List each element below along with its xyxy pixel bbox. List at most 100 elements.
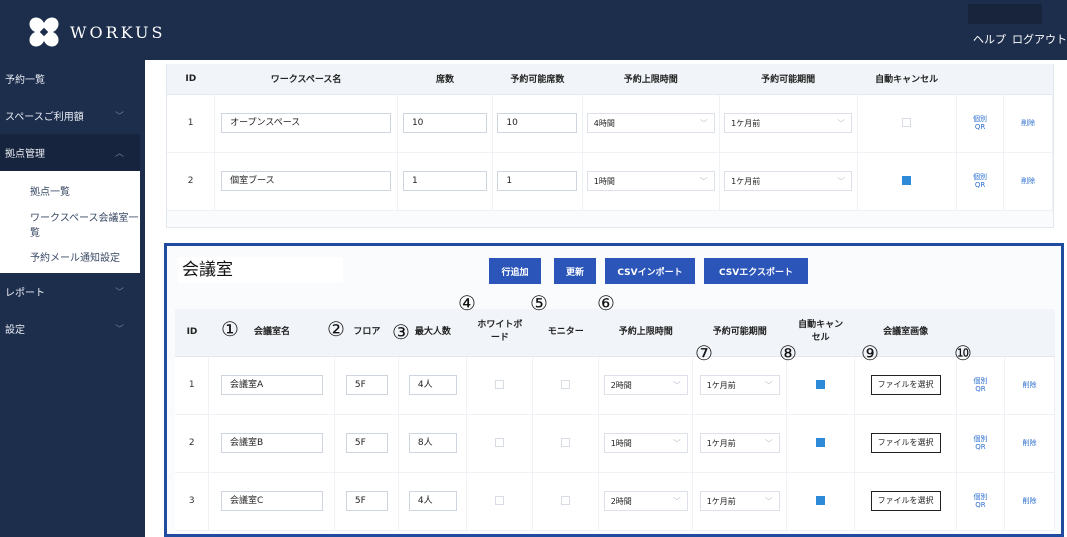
chevron-down-icon: ﹀ (114, 288, 124, 298)
row-id: 1 (175, 356, 210, 415)
sidebar-item-space-usage[interactable]: スペースご利用額 ﹀ (0, 97, 140, 134)
row-id: 1 (167, 94, 216, 153)
max-time-select[interactable]: 2時間 ﹀ (603, 375, 688, 395)
chevron-down-icon: ﹀ (114, 112, 124, 122)
chevron-down-icon: ﹀ (699, 118, 708, 128)
column-header: 自動キャンセル (857, 64, 957, 95)
auto-cancel-checkbox[interactable] (816, 496, 826, 505)
sidebar-item-report[interactable]: レポート ﹀ (0, 273, 140, 310)
chevron-down-icon: ﹀ (764, 380, 773, 390)
whiteboard-checkbox[interactable] (495, 496, 505, 505)
period-select[interactable]: 1ケ月前 ﹀ (724, 113, 853, 133)
column-header: ID (175, 309, 209, 357)
workspace-name-input[interactable]: 個室ブース (221, 171, 392, 191)
update-button[interactable]: 更新 (554, 258, 596, 284)
max-time-select[interactable]: 2時間 ﹀ (603, 491, 688, 511)
sidebar-subitem-workspace-rooms[interactable]: ワークスペース会議室一覧 (0, 209, 140, 239)
sidebar-item-settings[interactable]: 設定 ﹀ (0, 310, 140, 347)
sidebar-subitem-site-list[interactable]: 拠点一覧 (0, 171, 140, 209)
logo-text: WORKUS (70, 22, 166, 42)
delete-link[interactable]: 削除 (1022, 381, 1036, 389)
period-select[interactable]: 1ケ月前 ﹀ (699, 433, 780, 453)
monitor-checkbox[interactable] (561, 438, 571, 447)
capacity-input[interactable]: 8人 (408, 433, 457, 453)
qr-link[interactable]: 個別QR (973, 493, 987, 509)
whiteboard-checkbox[interactable] (495, 438, 505, 447)
qr-link[interactable]: 個別QR (973, 115, 987, 131)
sidebar-item-label: 予約一覧 (5, 75, 45, 86)
meeting-room-panel: 会議室 行追加 更新 CSVインポート CSVエクスポート ID 会議室名 フロ… (164, 243, 1064, 537)
qr-link[interactable]: 個別QR (973, 435, 987, 451)
sidebar-item-reservations[interactable]: 予約一覧 (0, 60, 140, 97)
period-select[interactable]: 1ケ月前 ﹀ (724, 171, 853, 191)
add-row-button[interactable]: 行追加 (489, 258, 541, 284)
column-header: 予約上限時間 (582, 64, 720, 95)
room-name-input[interactable]: 会議室C (220, 491, 323, 511)
help-link[interactable]: ヘルプ (973, 31, 1006, 47)
seats-input[interactable]: 1 (402, 171, 487, 191)
csv-export-button[interactable]: CSVエクスポート (704, 258, 808, 284)
whiteboard-checkbox[interactable] (495, 380, 505, 389)
table-row: 2 個室ブース 1 1 1時間 ﹀ 1ケ月前 ﹀ 個別QR 削除 (167, 152, 1053, 211)
bookable-seats-input[interactable]: 10 (497, 113, 578, 133)
column-header: 予約可能席数 (492, 64, 583, 95)
floor-input[interactable]: 5F (345, 491, 388, 511)
column-header: 予約上限時間 (598, 309, 693, 357)
auto-cancel-checkbox[interactable] (902, 118, 912, 127)
sidebar: 予約一覧 スペースご利用額 ﹀ 拠点管理 ︿ 拠点一覧 ワークスペース会議室一覧… (0, 60, 140, 537)
floor-input[interactable]: 5F (345, 433, 388, 453)
logo[interactable]: WORKUS (26, 14, 165, 50)
sidebar-submenu: 拠点一覧 ワークスペース会議室一覧 予約メール通知設定 (0, 171, 140, 273)
floor-input[interactable]: 5F (345, 375, 388, 395)
workspace-panel: ID ワークスペース名 席数 予約可能席数 予約上限時間 予約可能期間 自動キャ… (166, 64, 1054, 228)
annotation-marker: ⑨ (861, 341, 879, 365)
chevron-down-icon: ﹀ (764, 438, 773, 448)
choose-file-button[interactable]: ファイルを選択 (870, 433, 941, 453)
column-header (956, 64, 1004, 95)
period-select[interactable]: 1ケ月前 ﹀ (699, 375, 780, 395)
select-value: 1ケ月前 (731, 118, 761, 128)
monitor-checkbox[interactable] (561, 496, 571, 505)
column-header: ワークスペース名 (214, 64, 398, 95)
column-header (1004, 309, 1055, 357)
chevron-down-icon: ﹀ (672, 380, 681, 390)
qr-link[interactable]: 個別QR (973, 377, 987, 393)
logout-link[interactable]: ログアウト (1012, 31, 1067, 47)
chevron-down-icon: ﹀ (672, 438, 681, 448)
select-value: 1時間 (610, 438, 632, 448)
auto-cancel-checkbox[interactable] (902, 176, 912, 185)
delete-link[interactable]: 削除 (1021, 119, 1035, 127)
annotation-marker: ⑩ (954, 341, 972, 365)
max-time-select[interactable]: 1時間 ﹀ (586, 171, 715, 191)
monitor-checkbox[interactable] (561, 380, 571, 389)
auto-cancel-checkbox[interactable] (816, 380, 826, 389)
capacity-input[interactable]: 4人 (408, 491, 457, 511)
max-time-select[interactable]: 1時間 ﹀ (603, 433, 688, 453)
qr-link[interactable]: 個別QR (973, 173, 987, 189)
choose-file-button[interactable]: ファイルを選択 (870, 491, 941, 511)
select-value: 1時間 (593, 176, 615, 186)
delete-link[interactable]: 削除 (1022, 439, 1036, 447)
top-bar: WORKUS ヘルプ ログアウト (0, 0, 1067, 60)
chevron-down-icon: ﹀ (837, 118, 846, 128)
period-select[interactable]: 1ケ月前 ﹀ (699, 491, 780, 511)
top-bar-accent (968, 4, 1042, 24)
room-name-input[interactable]: 会議室B (220, 433, 323, 453)
delete-link[interactable]: 削除 (1021, 177, 1035, 185)
auto-cancel-checkbox[interactable] (816, 438, 826, 447)
workspace-name-input[interactable]: オープンスペース (221, 113, 392, 133)
select-value: 2時間 (610, 496, 632, 506)
seats-input[interactable]: 10 (402, 113, 487, 133)
room-name-input[interactable]: 会議室A (220, 375, 323, 395)
bookable-seats-input[interactable]: 1 (497, 171, 578, 191)
sidebar-item-site-management[interactable]: 拠点管理 ︿ (0, 134, 140, 171)
max-time-select[interactable]: 4時間 ﹀ (586, 113, 715, 133)
capacity-input[interactable]: 4人 (408, 375, 457, 395)
workspace-table: ID ワークスペース名 席数 予約可能席数 予約上限時間 予約可能期間 自動キャ… (167, 64, 1053, 211)
delete-link[interactable]: 削除 (1022, 497, 1036, 505)
sidebar-item-label: レポート (5, 288, 45, 299)
row-id: 3 (175, 472, 210, 531)
choose-file-button[interactable]: ファイルを選択 (870, 375, 941, 395)
sidebar-subitem-mail-notify[interactable]: 予約メール通知設定 (0, 239, 140, 273)
csv-import-button[interactable]: CSVインポート (605, 258, 695, 284)
